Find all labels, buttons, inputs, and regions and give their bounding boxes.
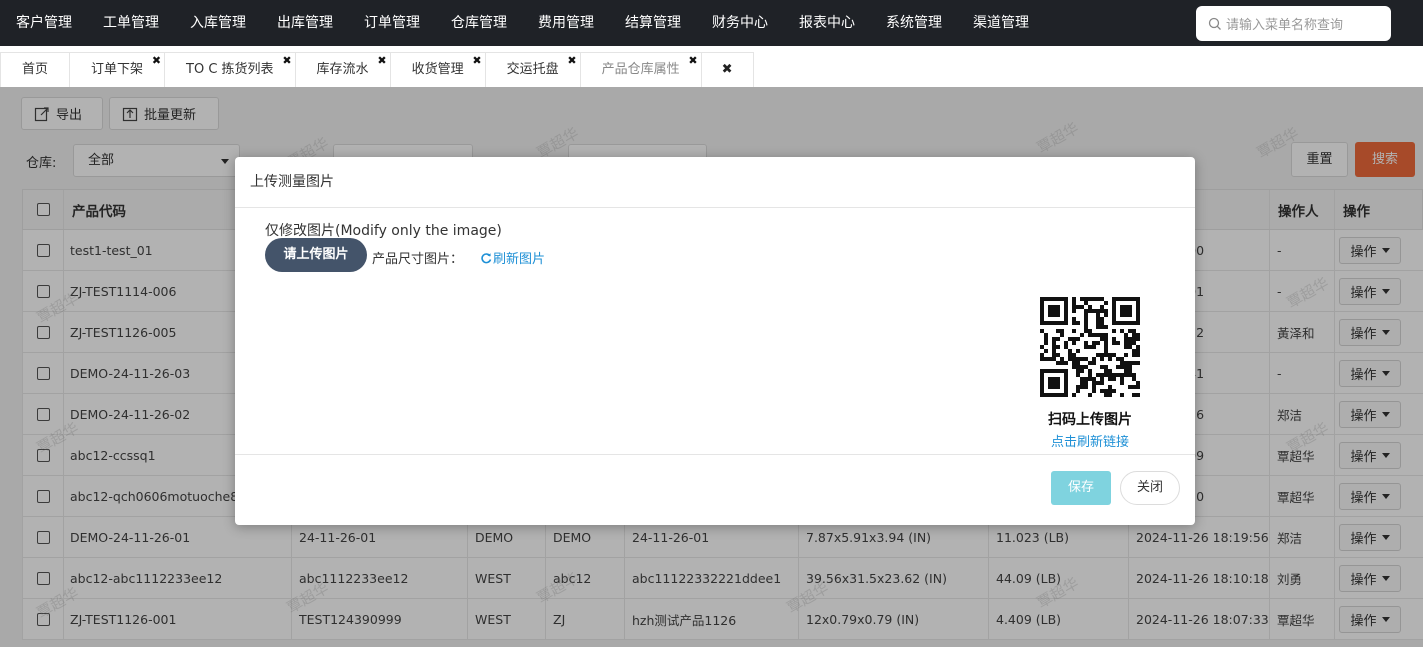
tab-close-icon[interactable]: ✖	[377, 44, 386, 78]
nav-item[interactable]: 仓库管理	[435, 0, 522, 46]
top-navbar: 客户管理 工单管理 入库管理 出库管理 订单管理 仓库管理 费用管理 结算管理 财务中心 报表中心…	[0, 0, 1423, 46]
tab[interactable]: 订单下架 ✖	[70, 52, 166, 87]
nav-item[interactable]: 客户管理	[0, 0, 87, 46]
nav-item[interactable]: 订单管理	[348, 0, 435, 46]
size-image-label: 产品尺寸图片：	[372, 252, 464, 267]
close-all-tabs-icon[interactable]: ✖	[701, 52, 754, 87]
tab[interactable]: 收货管理 ✖	[390, 52, 486, 87]
save-button[interactable]: 保存	[1051, 471, 1111, 505]
refresh-image-link[interactable]: 刷新图片	[480, 248, 545, 267]
tab-label: 收货管理	[411, 62, 464, 77]
tab-close-icon[interactable]: ✖	[282, 44, 291, 78]
tab[interactable]: 首页	[0, 52, 71, 87]
nav-item[interactable]: 渠道管理	[957, 0, 1044, 46]
close-button[interactable]: 关闭	[1120, 471, 1180, 505]
refresh-icon	[481, 252, 492, 263]
tab[interactable]: 交运托盘 ✖	[485, 52, 581, 87]
nav-item[interactable]: 工单管理	[87, 0, 174, 46]
tab-label: 交运托盘	[506, 62, 559, 77]
nav-item[interactable]: 财务中心	[696, 0, 783, 46]
nav-item[interactable]: 报表中心	[783, 0, 870, 46]
dialog-footer-divider	[235, 454, 1195, 455]
nav-item[interactable]: 出库管理	[261, 0, 348, 46]
upload-image-button[interactable]: 请上传图片	[265, 238, 367, 272]
menu-search-input[interactable]: 请输入菜单名称查询	[1196, 6, 1391, 41]
tab-close-icon[interactable]: ✖	[567, 44, 576, 78]
search-icon	[1208, 17, 1221, 30]
tab-close-icon[interactable]: ✖	[152, 44, 161, 78]
page-tabs: 首页 订单下架 ✖ TO C 拣货列表 ✖ 库存流水 ✖ 收货管理 ✖ 交运托盘 ✖ 产品仓库属性 ✖ ✖	[0, 52, 754, 87]
tab-label: TO C 拣货列表	[186, 62, 274, 77]
tab-label: 产品仓库属性	[601, 62, 680, 77]
tab[interactable]: TO C 拣货列表 ✖	[165, 52, 296, 87]
nav-item[interactable]: 入库管理	[174, 0, 261, 46]
tab[interactable]: 产品仓库属性 ✖	[580, 52, 702, 87]
tab-label: 首页	[22, 62, 49, 77]
nav-item[interactable]: 费用管理	[522, 0, 609, 46]
dialog-title: 上传测量图片	[235, 157, 1195, 208]
nav-menu: 客户管理 工单管理 入库管理 出库管理 订单管理 仓库管理 费用管理 结算管理 财务中心 报表中心…	[0, 0, 1044, 46]
upload-image-dialog: 上传测量图片 仅修改图片(Modify only the image) 请上传图…	[235, 157, 1195, 525]
nav-item[interactable]: 结算管理	[609, 0, 696, 46]
tab-close-icon[interactable]: ✖	[472, 44, 481, 78]
refresh-image-label: 刷新图片	[493, 252, 546, 267]
tab[interactable]: 库存流水 ✖	[295, 52, 391, 87]
refresh-link-button[interactable]: 点击刷新链接	[1013, 431, 1167, 450]
tab-label: 库存流水	[316, 62, 369, 77]
nav-item[interactable]: 系统管理	[870, 0, 957, 46]
tab-label: 订单下架	[91, 62, 144, 77]
dialog-hint: 仅修改图片(Modify only the image)	[265, 223, 502, 239]
qr-code	[1040, 297, 1140, 397]
tab-close-icon[interactable]: ✖	[688, 44, 697, 78]
scan-upload-label: 扫码上传图片	[1048, 412, 1132, 428]
menu-search-placeholder: 请输入菜单名称查询	[1226, 18, 1344, 33]
